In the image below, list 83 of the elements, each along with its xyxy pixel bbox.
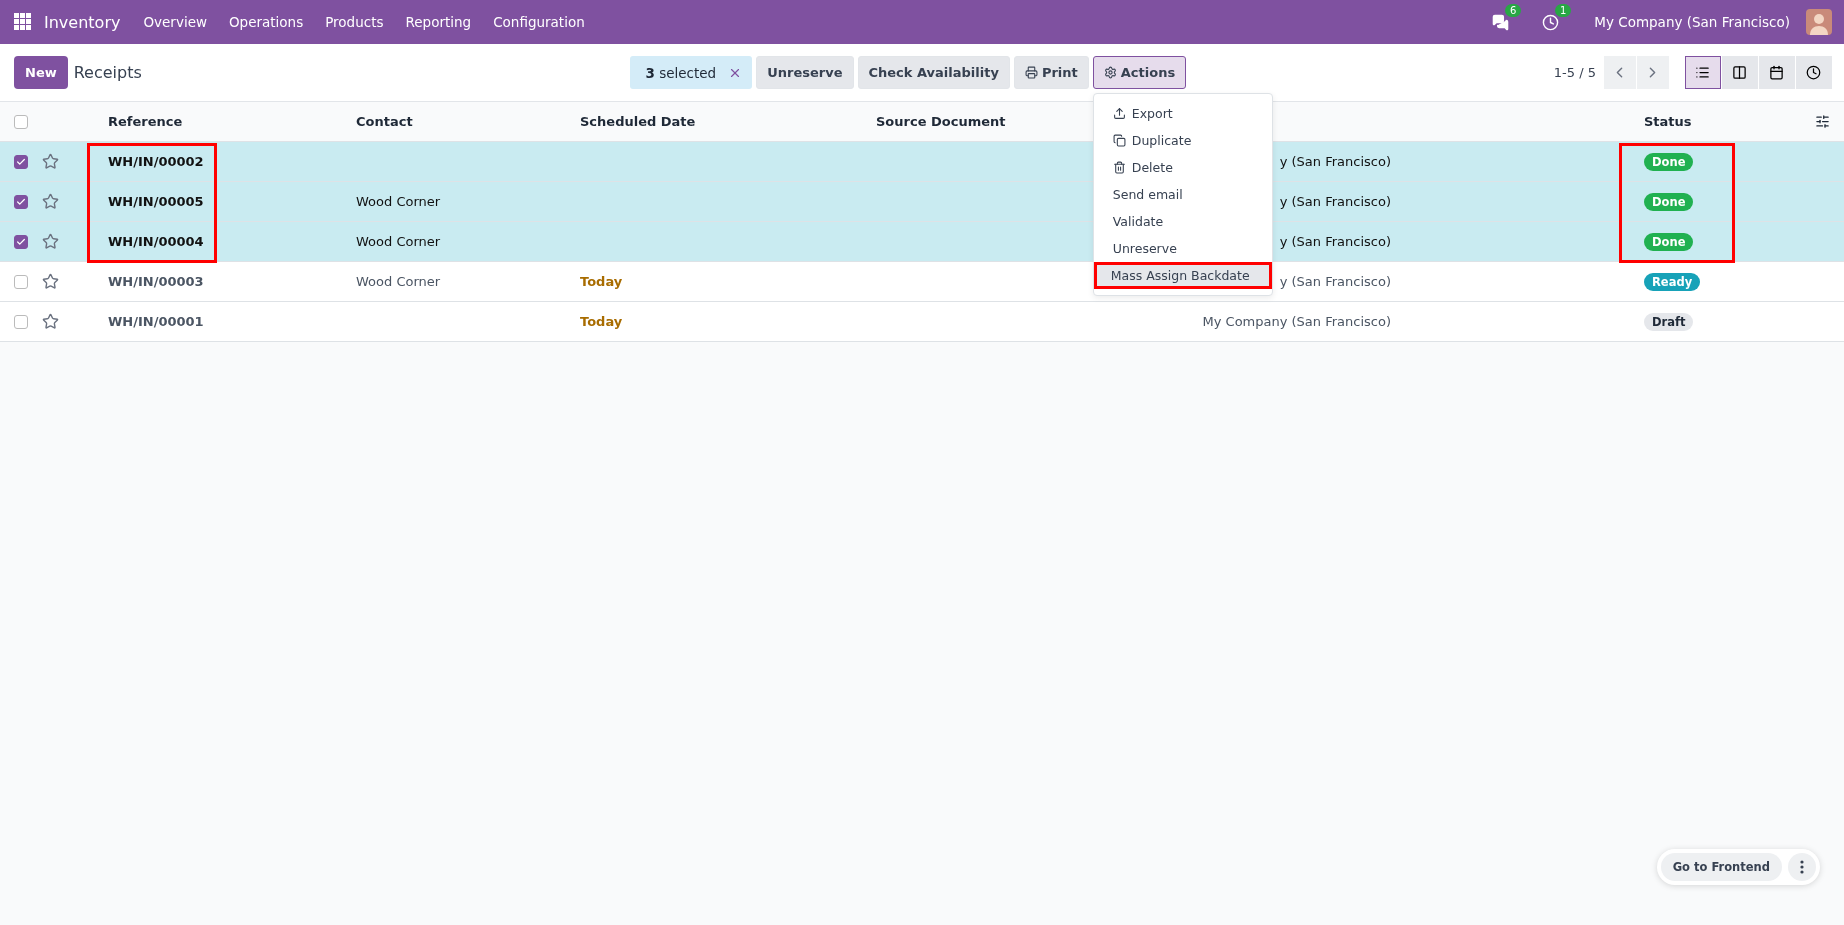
activity-count-badge: 1 bbox=[1554, 4, 1572, 17]
list-icon bbox=[1695, 65, 1711, 80]
star-icon[interactable] bbox=[42, 313, 59, 330]
star-icon[interactable] bbox=[42, 193, 59, 210]
status-badge: Done bbox=[1644, 232, 1694, 251]
company-cell-text: My Company (San Francisco) bbox=[1201, 314, 1392, 329]
message-count-badge: 6 bbox=[1504, 4, 1522, 17]
star-icon[interactable] bbox=[42, 233, 59, 250]
clock-icon bbox=[1806, 65, 1822, 80]
column-header[interactable]: Reference bbox=[98, 114, 346, 129]
calendar-view-button[interactable] bbox=[1759, 56, 1795, 89]
status-badge: Done bbox=[1644, 152, 1694, 171]
menu-item[interactable]: Validate bbox=[1093, 208, 1272, 235]
contact-cell-text: Wood Corner bbox=[355, 234, 442, 249]
company-cell-text: y (San Francisco) bbox=[1278, 234, 1392, 249]
company-cell-text: y (San Francisco) bbox=[1278, 274, 1392, 289]
user-avatar[interactable] bbox=[1806, 9, 1832, 35]
check-icon bbox=[16, 196, 26, 207]
upload-icon bbox=[1112, 107, 1126, 120]
row-checkbox[interactable] bbox=[14, 274, 28, 289]
pager-value[interactable]: 1-5 / 5 bbox=[1553, 65, 1596, 80]
column-settings-icon[interactable] bbox=[1814, 114, 1830, 129]
company-cell-text: y (San Francisco) bbox=[1278, 194, 1392, 209]
selection-count: 3 selected bbox=[645, 64, 717, 81]
row-checkbox[interactable] bbox=[14, 194, 28, 209]
column-header[interactable]: Status bbox=[1634, 114, 1800, 129]
star-icon[interactable] bbox=[42, 153, 59, 170]
menu-item[interactable]: Send email bbox=[1093, 181, 1272, 208]
new-button[interactable]: New bbox=[14, 56, 68, 89]
scheduled-date-cell-text: Today bbox=[579, 314, 624, 329]
nav-menu-item[interactable]: Overview bbox=[134, 14, 216, 30]
vertical-dots-icon bbox=[1800, 860, 1804, 874]
clock-icon[interactable] bbox=[1541, 13, 1559, 31]
list-view-button[interactable] bbox=[1685, 56, 1721, 89]
reference-cell-text: WH/IN/00001 bbox=[107, 314, 205, 329]
row-checkbox[interactable] bbox=[14, 154, 28, 169]
actions-button[interactable]: Actions bbox=[1092, 56, 1187, 89]
status-badge: Done bbox=[1644, 192, 1694, 211]
columns-icon bbox=[1732, 65, 1748, 80]
toolbar-button[interactable]: Unreserve bbox=[756, 56, 854, 89]
column-header[interactable]: Scheduled Date bbox=[570, 114, 866, 129]
row-checkbox[interactable] bbox=[14, 314, 28, 329]
column-header[interactable]: Contact bbox=[346, 114, 570, 129]
toolbar-button[interactable]: Check Availability bbox=[857, 56, 1010, 89]
contact-cell-text: Wood Corner bbox=[355, 194, 442, 209]
menu-item[interactable]: Duplicate bbox=[1093, 127, 1272, 154]
check-icon bbox=[16, 236, 26, 247]
menu-item[interactable]: Mass Assign Backdate bbox=[1093, 262, 1272, 289]
menu-item[interactable]: Delete bbox=[1093, 154, 1272, 181]
contact-cell-text: Wood Corner bbox=[355, 274, 442, 289]
select-all-checkbox[interactable] bbox=[14, 114, 28, 129]
company-cell-text: y (San Francisco) bbox=[1278, 154, 1392, 169]
printer-icon bbox=[1024, 66, 1038, 79]
company-switcher[interactable]: My Company (San Francisco) bbox=[1594, 14, 1790, 30]
trash-icon bbox=[1112, 161, 1126, 174]
nav-menu-item[interactable]: Operations bbox=[220, 14, 313, 30]
more-options-button[interactable] bbox=[1788, 853, 1816, 881]
menu-item[interactable]: Unreserve bbox=[1093, 235, 1272, 262]
status-badge: Draft bbox=[1644, 312, 1694, 331]
app-name[interactable]: Inventory bbox=[44, 12, 121, 32]
gear-icon bbox=[1103, 66, 1117, 79]
calendar-icon bbox=[1769, 65, 1785, 80]
nav-menu-item[interactable]: Reporting bbox=[396, 14, 481, 30]
reference-cell-text: WH/IN/00002 bbox=[107, 154, 205, 169]
apps-grid-icon[interactable] bbox=[14, 13, 32, 31]
menu-item[interactable]: Export bbox=[1093, 100, 1272, 127]
kanban-view-button[interactable] bbox=[1722, 56, 1758, 89]
nav-menu-item[interactable]: Products bbox=[316, 14, 393, 30]
nav-menu-item[interactable]: Configuration bbox=[484, 14, 594, 30]
reference-cell-text: WH/IN/00003 bbox=[107, 274, 205, 289]
copy-icon bbox=[1112, 134, 1126, 147]
reference-cell-text: WH/IN/00004 bbox=[107, 234, 205, 249]
row-checkbox[interactable] bbox=[14, 234, 28, 249]
page-title: Receipts bbox=[73, 63, 142, 82]
activity-view-button[interactable] bbox=[1796, 56, 1832, 89]
scheduled-date-cell-text: Today bbox=[579, 274, 624, 289]
go-to-frontend-button[interactable]: Go to Frontend bbox=[1660, 853, 1782, 881]
check-icon bbox=[16, 156, 26, 167]
star-icon[interactable] bbox=[42, 273, 59, 290]
chat-icon[interactable] bbox=[1491, 13, 1509, 31]
status-badge: Ready bbox=[1644, 272, 1701, 291]
print-button[interactable]: Print bbox=[1013, 56, 1089, 89]
reference-cell-text: WH/IN/00005 bbox=[107, 194, 205, 209]
